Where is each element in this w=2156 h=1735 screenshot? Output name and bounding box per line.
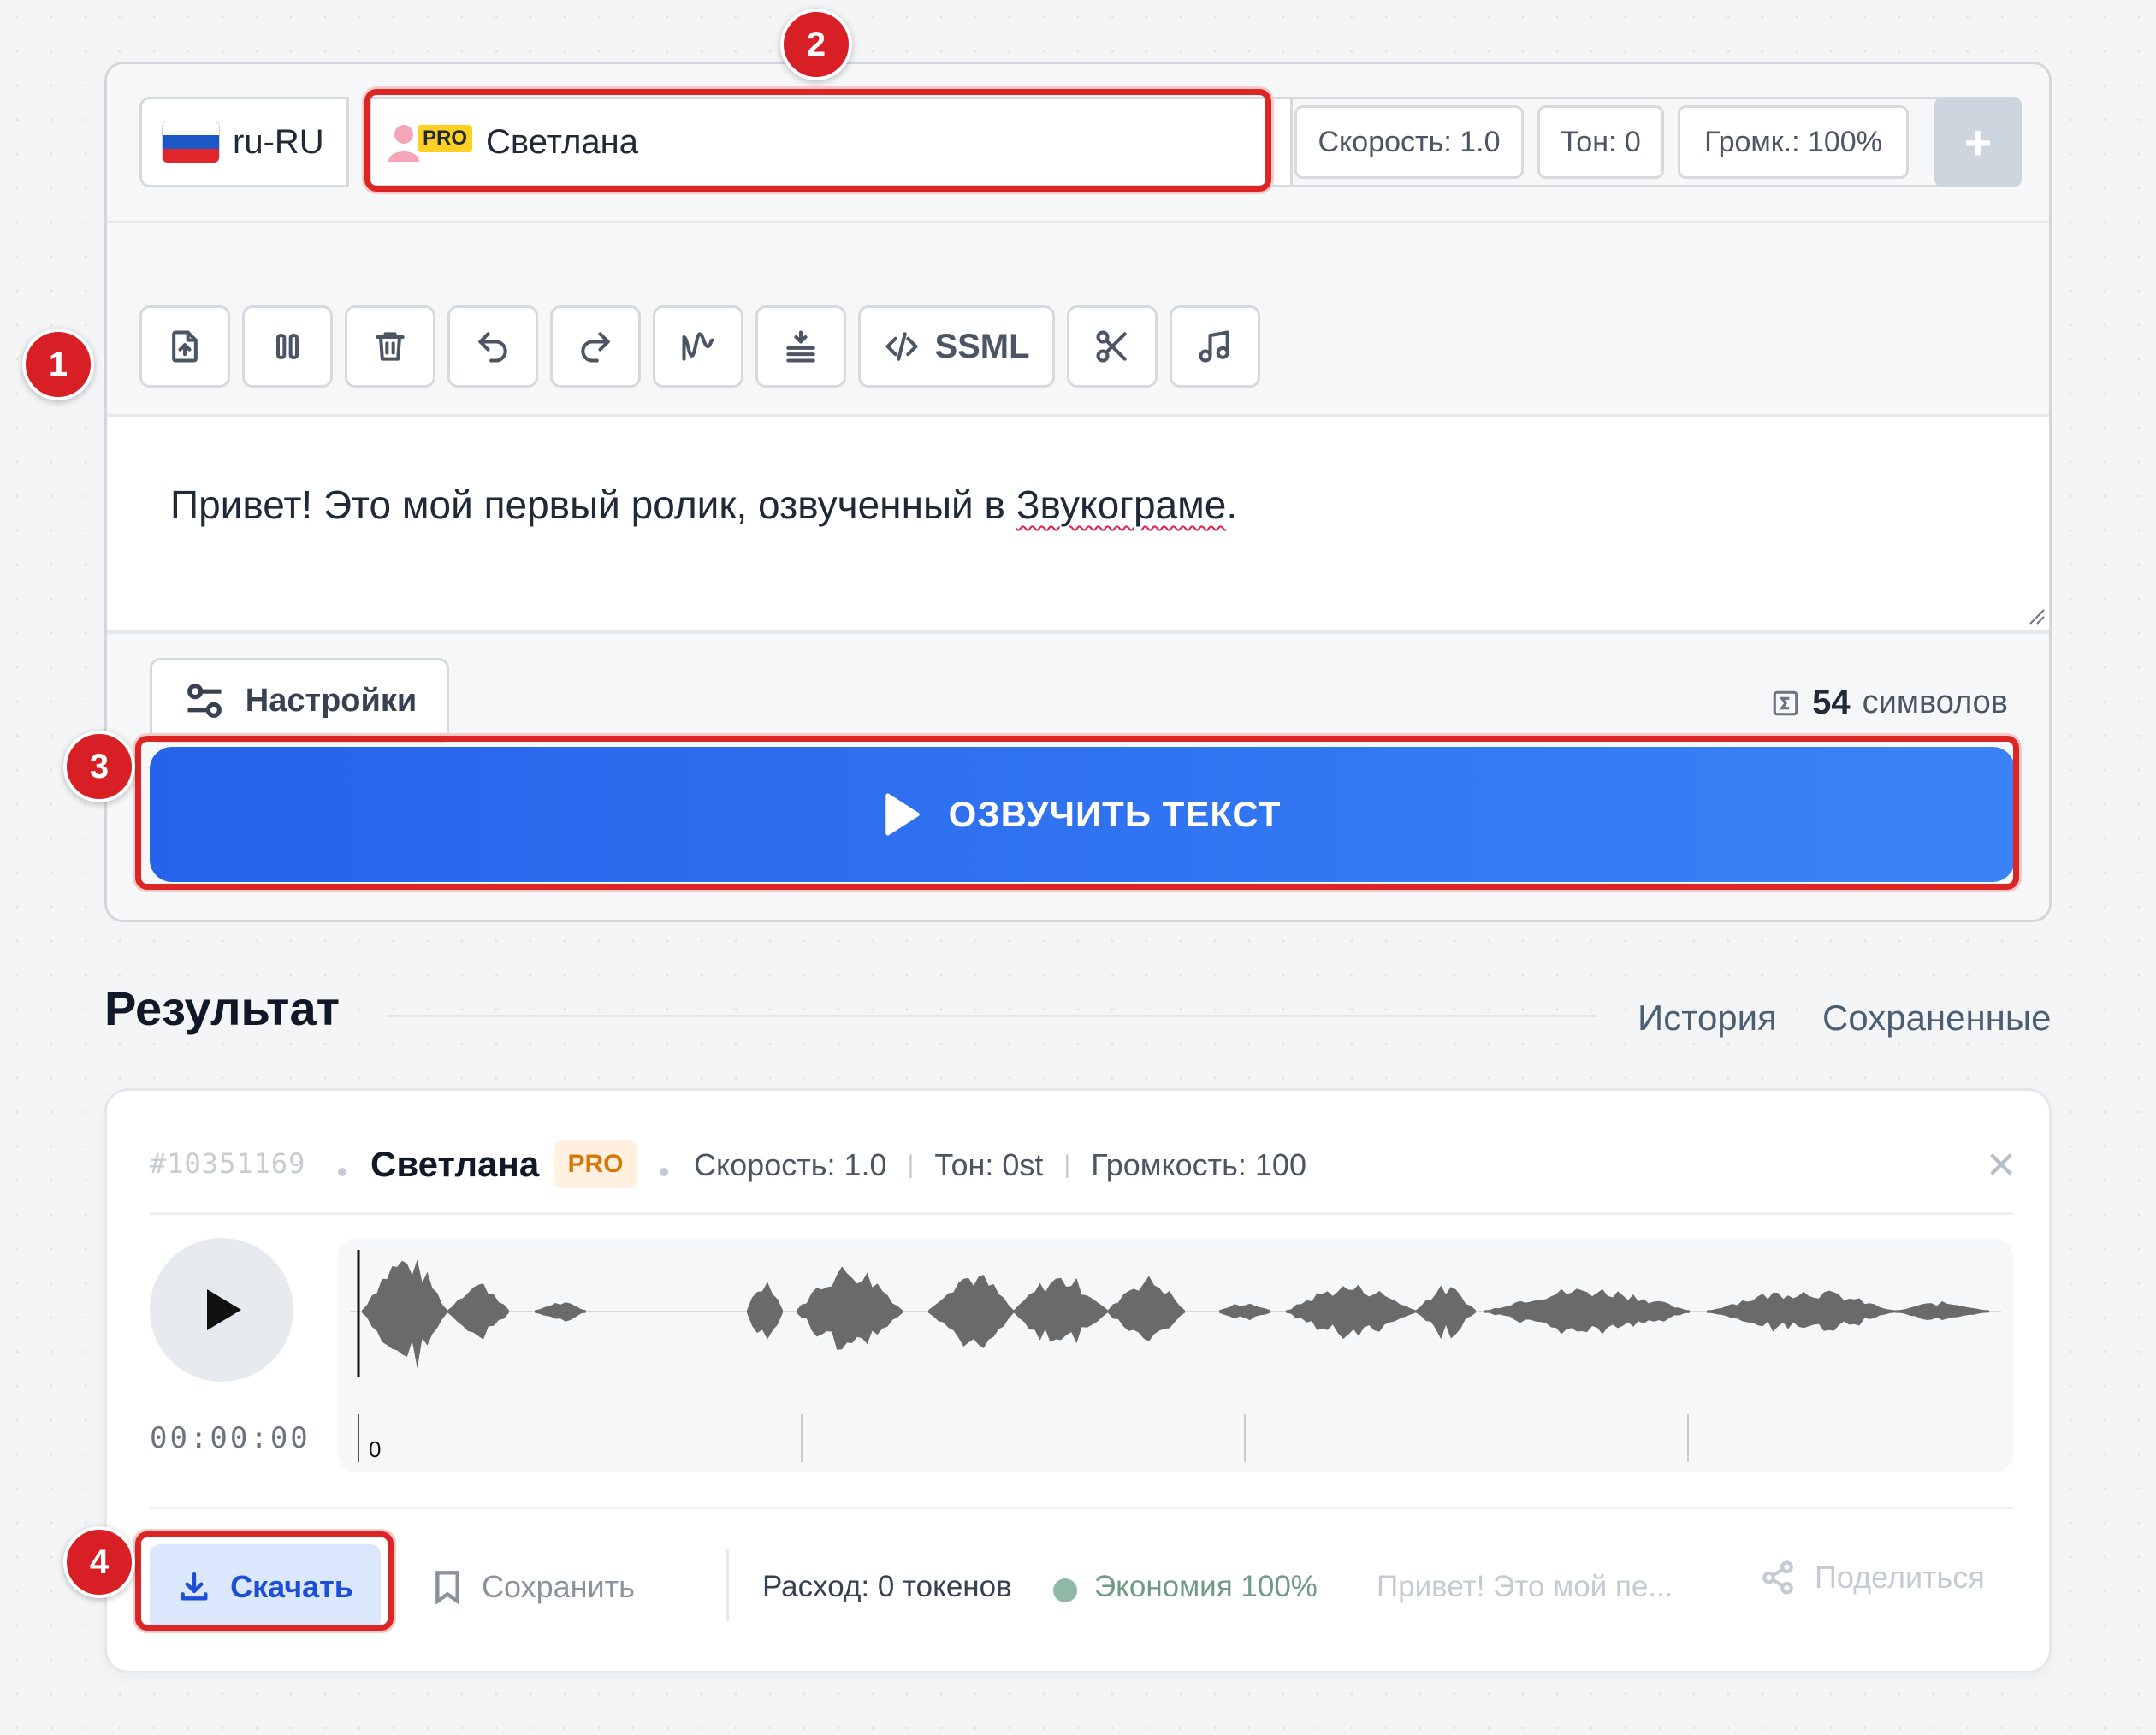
char-counter: 54 символов xyxy=(1771,684,2008,722)
ssml-button[interactable]: SSML xyxy=(858,305,1055,388)
speed-param[interactable]: Скорость: 1.0 xyxy=(1294,105,1524,179)
undo-icon xyxy=(478,332,507,363)
close-result-button[interactable] xyxy=(1975,1139,2027,1190)
waveform-graphic: 0 xyxy=(350,1250,2001,1462)
undo-button[interactable] xyxy=(447,305,538,388)
language-select[interactable]: ru-RU xyxy=(139,97,349,187)
waveform-segment xyxy=(1014,1277,1108,1344)
result-speed: Скорость: 1.0 xyxy=(694,1147,887,1182)
sliders-icon xyxy=(187,684,222,718)
resize-grip-icon[interactable] xyxy=(2027,607,2046,625)
pause-icon xyxy=(275,334,299,359)
play-icon xyxy=(207,1289,241,1330)
redo-icon xyxy=(581,332,610,363)
char-count: 54 xyxy=(1812,684,1851,721)
card-divider xyxy=(150,1507,2013,1509)
pipe-separator: | xyxy=(907,1151,915,1179)
waveform-segment xyxy=(797,1266,903,1350)
intonation-curve-icon xyxy=(682,332,714,361)
highlight-download-button xyxy=(135,1531,394,1631)
text-preview: Привет! Это мой пе... xyxy=(1377,1570,1673,1603)
annotation-badge-4: 4 xyxy=(63,1526,135,1598)
annotation-badge-3: 3 xyxy=(63,731,135,802)
waveform-segment xyxy=(1108,1276,1185,1341)
redo-button[interactable] xyxy=(550,305,641,388)
highlight-voice-select xyxy=(364,89,1271,192)
scissors-icon xyxy=(1096,330,1127,363)
play-audio-button[interactable] xyxy=(150,1238,293,1382)
waveform-segment xyxy=(1484,1288,1690,1335)
share-label: Поделиться xyxy=(1815,1560,1985,1595)
music-button[interactable] xyxy=(1170,305,1260,388)
text-align-button[interactable] xyxy=(755,305,846,388)
save-button[interactable]: Сохранить xyxy=(432,1544,635,1630)
save-label: Сохранить xyxy=(482,1569,635,1604)
waveform-segment xyxy=(1219,1303,1270,1321)
upload-file-button[interactable] xyxy=(139,305,230,388)
file-upload-icon xyxy=(172,330,198,363)
waveform-segment xyxy=(1286,1284,1416,1339)
share-icon xyxy=(1762,1560,1793,1595)
waveform-segment xyxy=(1707,1290,1895,1332)
waveform-segment xyxy=(447,1283,509,1340)
tab-history[interactable]: История xyxy=(1638,998,1777,1039)
cut-button[interactable] xyxy=(1067,305,1158,388)
share-button[interactable]: Поделиться xyxy=(1760,1560,1985,1596)
result-volume: Громкость: 100 xyxy=(1091,1147,1306,1182)
result-params: Скорость: 1.0 | Тон: 0st | Громкость: 10… xyxy=(694,1147,1306,1183)
economy-status-dot xyxy=(1053,1578,1077,1602)
waveform-segment xyxy=(747,1282,783,1340)
intonation-button[interactable] xyxy=(653,305,743,388)
pipe-separator: | xyxy=(1063,1151,1071,1179)
waveform-segment xyxy=(362,1259,447,1369)
card-divider xyxy=(150,1212,2013,1215)
annotation-badge-1: 1 xyxy=(22,329,94,400)
highlight-speak-button xyxy=(135,736,2019,890)
waveform-segment xyxy=(928,1275,1014,1348)
input-text[interactable]: Привет! Это мой первый ролик, озвученный… xyxy=(170,482,1237,528)
add-voice-button[interactable]: + xyxy=(1934,97,2022,187)
tab-saved[interactable]: Сохраненные xyxy=(1822,998,2051,1039)
waveform-segment xyxy=(1416,1285,1476,1340)
char-unit: символов xyxy=(1862,684,2008,720)
result-title: Результат xyxy=(104,981,341,1035)
close-icon xyxy=(1990,1153,2012,1175)
timeline-start-label: 0 xyxy=(369,1436,381,1462)
code-icon xyxy=(886,332,918,361)
result-pro-badge: PRO xyxy=(554,1140,637,1188)
pause-insert-button[interactable] xyxy=(242,305,333,388)
sigma-icon xyxy=(1773,690,1798,715)
clear-text-button[interactable] xyxy=(345,305,435,388)
action-separator xyxy=(726,1549,729,1621)
audio-waveform[interactable]: 0 xyxy=(338,1238,2013,1472)
music-note-icon xyxy=(1199,330,1229,363)
language-label: ru-RU xyxy=(233,122,324,161)
ssml-label: SSML xyxy=(934,327,1030,365)
result-tone: Тон: 0st xyxy=(934,1147,1044,1182)
token-cost: Расход: 0 токенов xyxy=(762,1570,1012,1603)
russia-flag-icon xyxy=(163,121,219,163)
economy-label: Экономия 100% xyxy=(1094,1570,1318,1603)
result-voice-name: Светлана xyxy=(370,1144,540,1184)
waveform-segment xyxy=(1895,1301,1989,1320)
result-card: #10351169 Светлана PRO Скорость: 1.0 | Т… xyxy=(104,1088,2052,1673)
bookmark-icon xyxy=(435,1571,459,1604)
settings-label: Настройки xyxy=(245,682,418,719)
meta-separator xyxy=(338,1168,346,1176)
waveform-segment xyxy=(535,1302,586,1322)
tone-param[interactable]: Тон: 0 xyxy=(1537,105,1664,179)
align-down-icon xyxy=(786,330,815,363)
volume-param[interactable]: Громк.: 100% xyxy=(1678,105,1909,179)
misspelled-word: Звукограме xyxy=(1016,483,1227,527)
result-id: #10351169 xyxy=(150,1147,306,1180)
playback-time: 00:00:00 xyxy=(150,1421,311,1455)
title-divider xyxy=(387,1015,1597,1017)
meta-separator xyxy=(660,1168,668,1176)
trash-icon xyxy=(376,332,405,361)
settings-button[interactable]: Настройки xyxy=(150,658,449,743)
annotation-badge-2: 2 xyxy=(780,9,852,80)
